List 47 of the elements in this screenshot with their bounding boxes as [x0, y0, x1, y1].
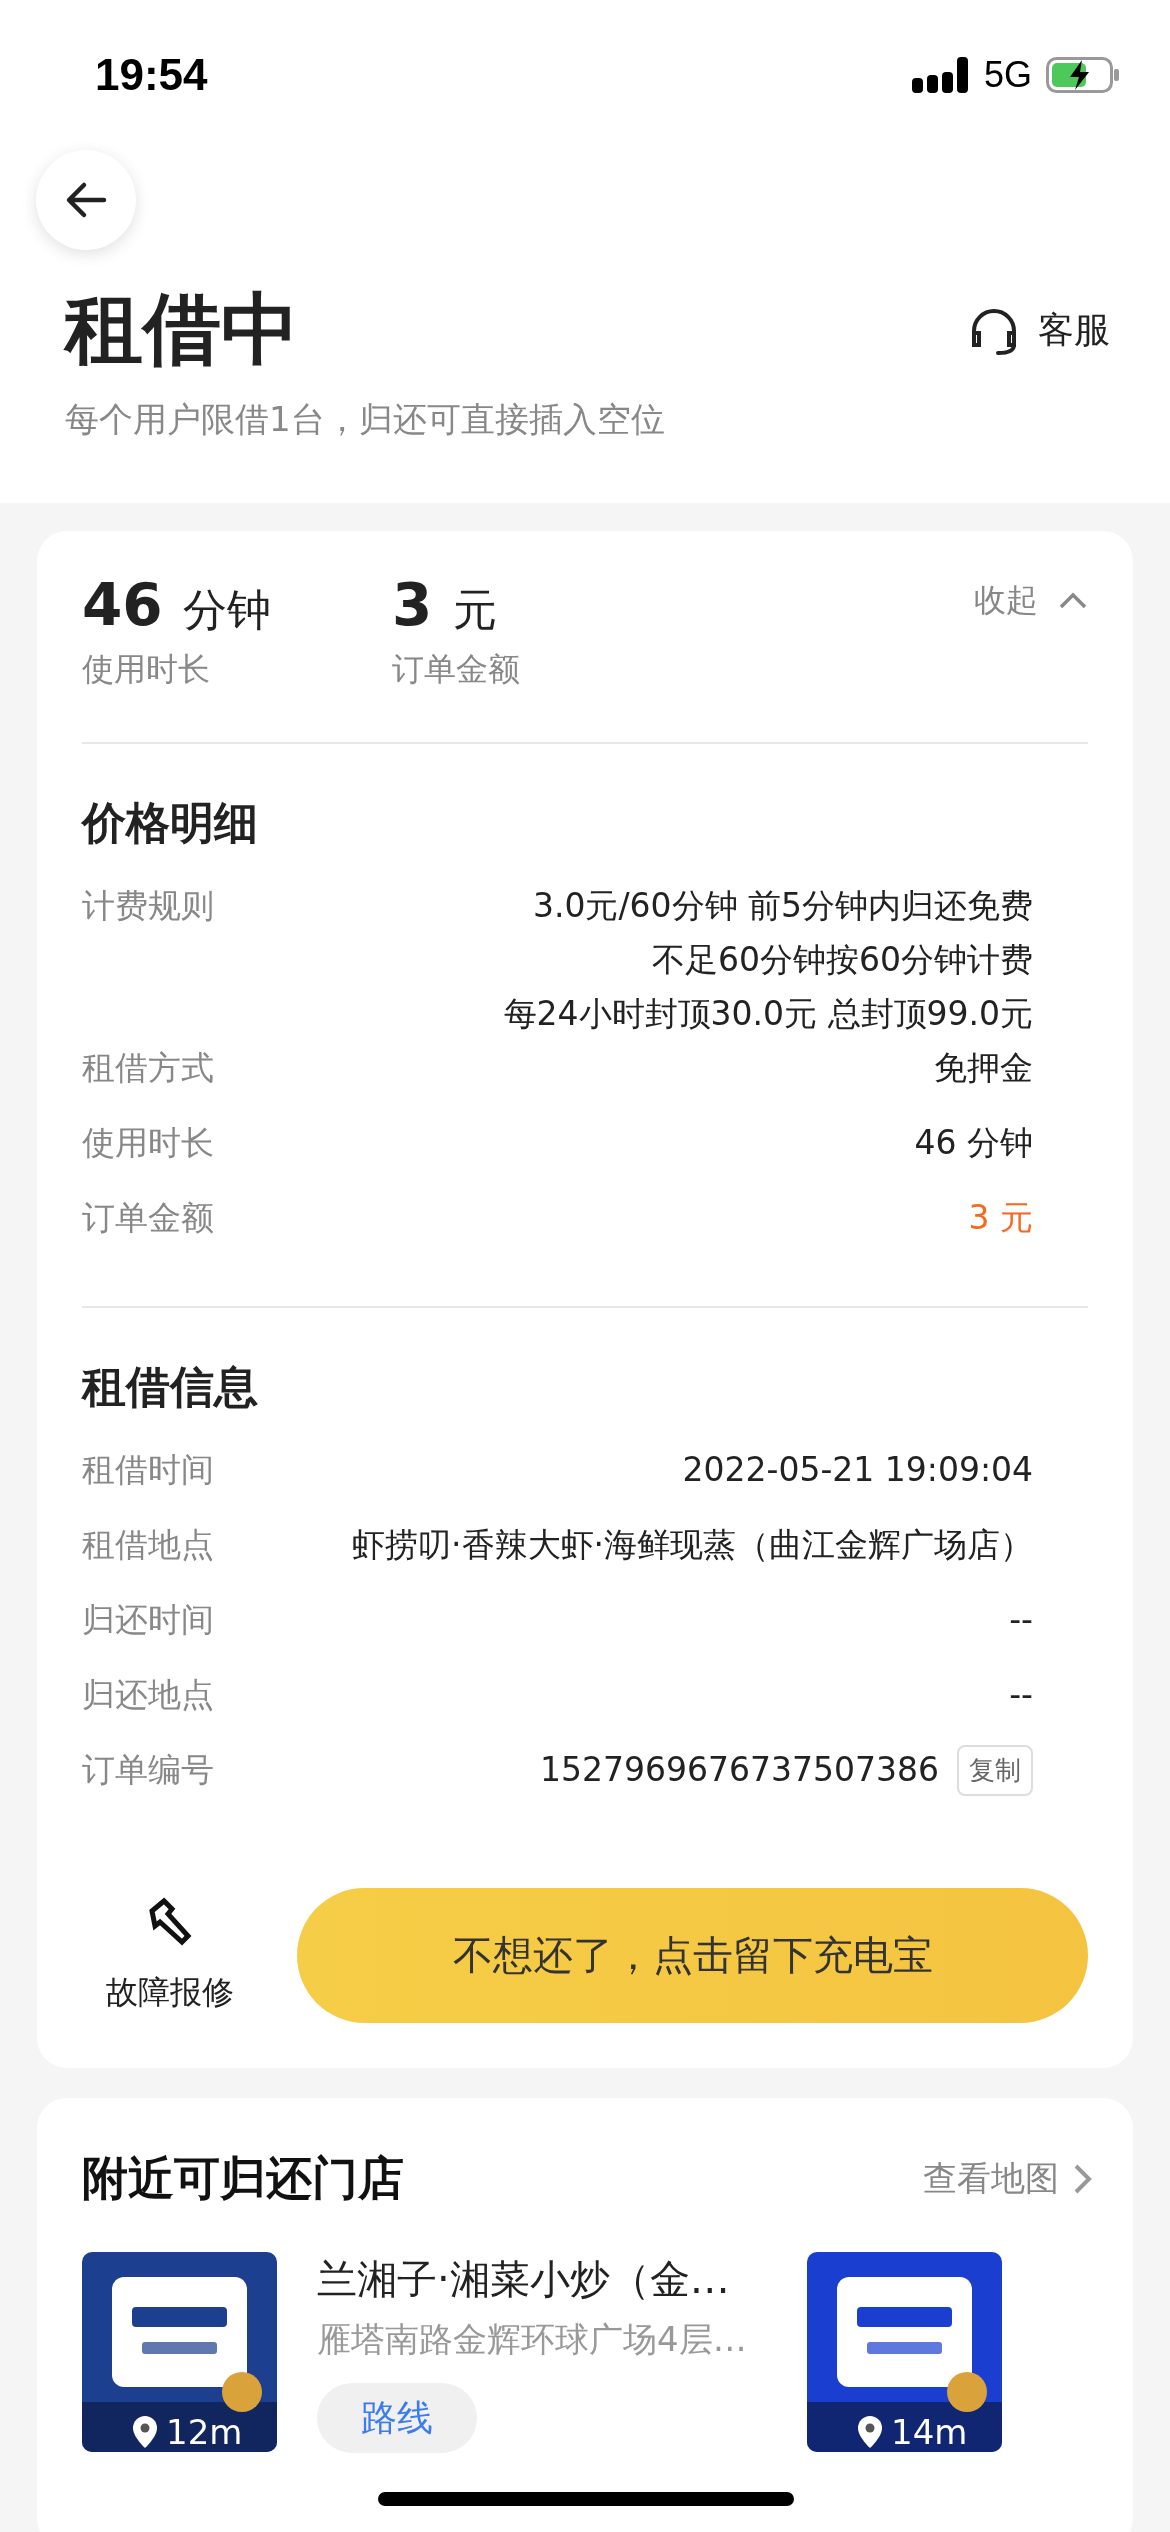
row-label: 归还地点 — [82, 1674, 214, 1716]
row-label: 订单金额 — [82, 1197, 214, 1239]
store-address: 雁塔南路金辉环球广场4层… — [317, 2318, 748, 2361]
collapse-button[interactable]: 收起 — [974, 571, 1088, 631]
row-label: 订单编号 — [82, 1749, 214, 1791]
signal-icon — [911, 57, 970, 93]
row-value: 1527969676737507386 — [540, 1749, 939, 1791]
page-title: 租借中 — [65, 283, 299, 376]
stat-label: 使用时长 — [82, 649, 211, 690]
keep-powerbank-button[interactable]: 不想还了，点击留下充电宝 — [297, 1888, 1088, 2023]
row-value: 免押金 — [934, 1047, 1033, 1089]
row-value: 2022-05-21 19:09:04 — [682, 1449, 1033, 1491]
chevron-right-icon[interactable] — [1073, 2163, 1093, 2195]
row-value: 不足60分钟按60分钟计费 — [652, 939, 1033, 981]
stat-label: 订单金额 — [392, 649, 521, 690]
section-title: 价格明细 — [82, 796, 259, 850]
row-value: 3 元 — [968, 1197, 1033, 1239]
row-value: 虾捞叨·香辣大虾·海鲜现蒸（曲江金辉广场店） — [352, 1524, 1033, 1566]
row-value: 46 分钟 — [914, 1122, 1033, 1164]
section-title: 附近可归还门店 — [82, 2150, 404, 2207]
section-title: 租借信息 — [82, 1360, 259, 1414]
row-label: 租借方式 — [82, 1047, 214, 1089]
store-name[interactable]: 兰湘子·湘菜小炒（金… — [317, 2252, 757, 2307]
customer-service-link[interactable]: 客服 — [1038, 306, 1110, 355]
row-label: 计费规则 — [82, 885, 214, 927]
chevron-up-icon[interactable] — [1058, 592, 1088, 610]
status-time: 19:54 — [95, 50, 208, 100]
row-label: 租借地点 — [82, 1524, 214, 1566]
row-value: 3.0元/60分钟 前5分钟内归还免费 — [532, 885, 1033, 927]
row-value: 每24小时封顶30.0元 总封顶99.0元 — [503, 993, 1033, 1035]
row-value: -- — [1009, 1599, 1033, 1641]
distance-label: 14m — [857, 2412, 968, 2452]
network-label: 5G — [983, 54, 1032, 96]
row-value: -- — [1009, 1674, 1033, 1716]
row-label: 归还时间 — [82, 1599, 214, 1641]
stat-value: 46 分钟 — [82, 571, 272, 640]
view-map-link[interactable]: 查看地图 — [923, 2156, 1093, 2202]
distance-label: 12m — [132, 2412, 243, 2452]
location-pin-icon — [857, 2415, 883, 2449]
repair-button[interactable]: 故障报修 — [82, 1896, 257, 2015]
row-label: 租借时间 — [82, 1449, 214, 1491]
copy-button[interactable]: 复制 — [957, 1744, 1033, 1796]
stat-value: 3 元 — [392, 571, 498, 640]
page-subtitle: 每个用户限借1台，归还可直接插入空位 — [64, 398, 666, 441]
battery-icon — [1046, 57, 1120, 93]
location-pin-icon — [132, 2415, 158, 2449]
row-label: 使用时长 — [82, 1122, 214, 1164]
